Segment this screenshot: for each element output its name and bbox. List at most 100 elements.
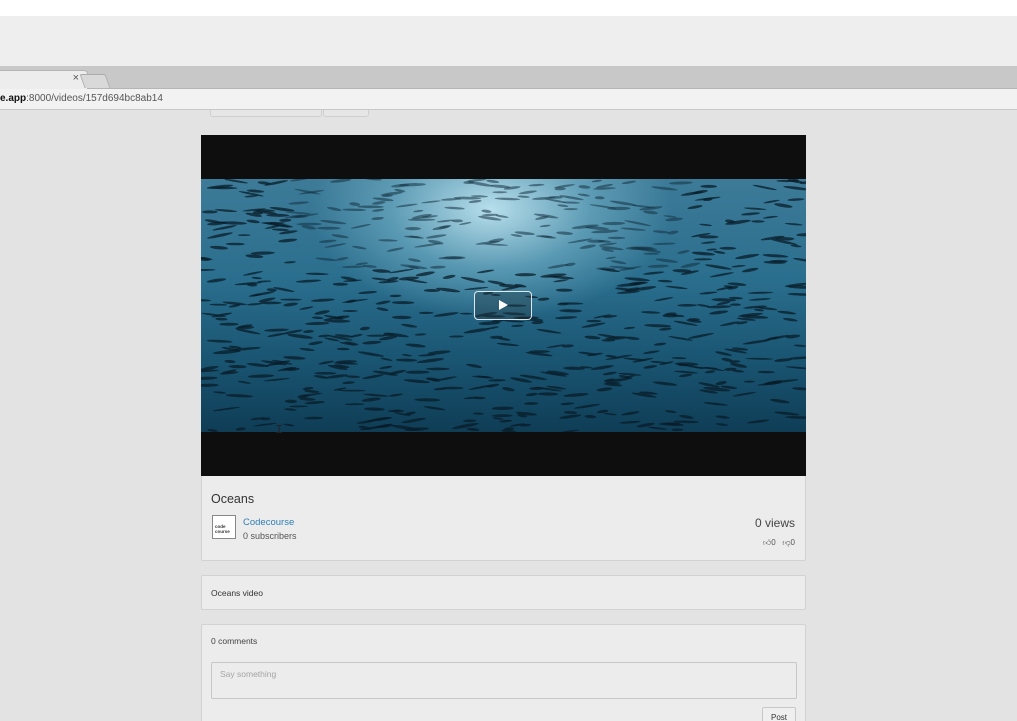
fish-shape (524, 402, 539, 405)
comments-card: 0 comments Post (201, 624, 806, 721)
fish-shape (547, 264, 569, 269)
fish-shape (704, 370, 716, 374)
fish-shape (774, 411, 800, 416)
fish-shape (302, 386, 314, 391)
fish-shape (564, 262, 576, 267)
fish-shape (246, 219, 260, 224)
fish-shape (253, 422, 277, 427)
fish-shape (785, 334, 801, 339)
window-top-bar (0, 16, 1017, 66)
new-tab-button[interactable] (79, 74, 111, 88)
fish-shape (748, 298, 771, 301)
fish-shape (318, 360, 334, 365)
play-button[interactable] (474, 291, 532, 320)
fish-shape (539, 224, 551, 228)
address-bar[interactable]: e.app:8000/videos/157d694bc8ab14 (0, 89, 1017, 110)
fish-shape (389, 294, 402, 298)
fish-shape (707, 305, 732, 309)
fish-shape (366, 334, 387, 337)
post-button[interactable]: Post (762, 707, 796, 721)
fish-shape (372, 201, 386, 205)
fish-shape (207, 429, 218, 432)
fish-shape (787, 293, 806, 296)
fish-shape (375, 300, 391, 305)
channel-link[interactable]: Codecourse (243, 517, 294, 528)
fish-shape (652, 230, 670, 234)
nav-search-button[interactable] (323, 110, 369, 117)
fish-shape (706, 248, 717, 251)
fish-shape (554, 316, 578, 320)
channel-avatar[interactable]: code course (212, 515, 236, 539)
fish-shape (559, 429, 579, 432)
fish-shape (671, 357, 687, 360)
video-player[interactable] (201, 135, 806, 476)
fish-shape (659, 327, 672, 331)
fish-shape (357, 351, 385, 357)
fish-shape (486, 179, 500, 184)
like-button[interactable]: 👍︎0 (763, 538, 776, 547)
play-icon (499, 300, 508, 310)
fish-shape (703, 402, 728, 406)
fish-shape (320, 220, 347, 225)
fish-shape (429, 265, 446, 269)
browser-tab[interactable]: × (0, 70, 88, 89)
fish-shape (536, 328, 562, 334)
fish-shape (732, 391, 757, 397)
url-text[interactable]: e.app:8000/videos/157d694bc8ab14 (0, 93, 163, 104)
fish-shape (731, 265, 746, 268)
fish-shape (392, 315, 412, 320)
fish-shape (514, 273, 537, 277)
fish-shape (784, 222, 803, 226)
fish-shape (590, 365, 614, 370)
comment-input[interactable] (211, 662, 797, 699)
fish-shape (441, 386, 464, 390)
fish-shape (243, 271, 263, 276)
fish-shape (305, 272, 329, 276)
fish-shape (237, 234, 251, 237)
fish-shape (492, 191, 508, 194)
dislike-button[interactable]: 👎︎0 (782, 538, 795, 547)
fish-shape (280, 298, 302, 301)
fish-shape (316, 226, 341, 230)
nav-search-field[interactable] (210, 110, 322, 117)
close-icon[interactable]: × (73, 72, 79, 84)
fish-shape (225, 242, 245, 246)
fish-shape (263, 378, 290, 382)
fish-shape (678, 373, 693, 378)
fish-shape (577, 193, 590, 197)
fish-shape (362, 340, 382, 345)
fish-shape (418, 354, 436, 357)
fish-shape (401, 353, 412, 357)
fish-shape (715, 415, 730, 419)
fish-shape (210, 245, 228, 250)
fish-shape (669, 181, 693, 185)
fish-shape (318, 334, 331, 338)
fish-shape (605, 256, 617, 260)
fish-shape (315, 257, 338, 261)
fish-shape (745, 357, 773, 360)
fish-shape (416, 358, 445, 364)
fish-shape (548, 195, 563, 199)
fish-shape (652, 242, 676, 245)
fish-shape (444, 206, 465, 210)
fish-shape (719, 246, 737, 250)
fish-shape (691, 251, 716, 256)
fish-shape (259, 301, 282, 305)
fish-shape (709, 272, 734, 278)
fish-shape (304, 416, 324, 420)
fish-shape (237, 380, 251, 384)
fish-shape (785, 366, 806, 370)
fish-shape (535, 235, 553, 238)
fish-shape (729, 303, 741, 306)
fish-shape (490, 184, 511, 189)
fish-shape (715, 381, 727, 386)
fish-shape (700, 241, 716, 244)
fish-shape (304, 401, 325, 405)
fish-shape (591, 179, 603, 183)
fish-shape (680, 262, 701, 268)
video-frame[interactable] (201, 179, 806, 432)
fish-shape (692, 190, 708, 194)
fish-shape (762, 254, 789, 258)
fish-shape (214, 209, 238, 213)
fish-shape (201, 383, 219, 387)
